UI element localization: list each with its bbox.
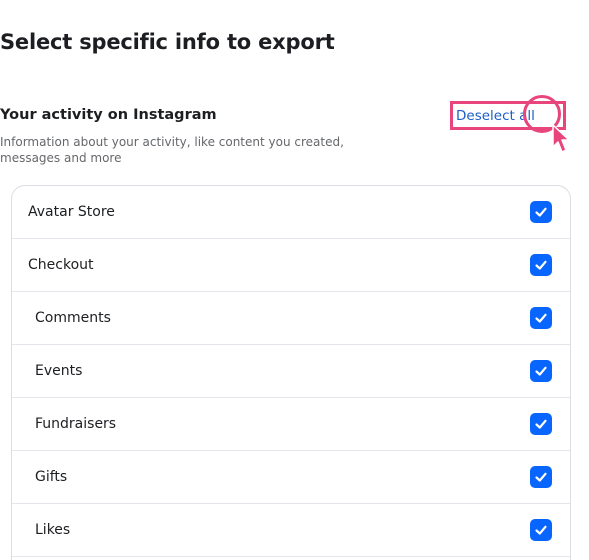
checkmark-icon — [535, 207, 547, 217]
section-title: Your activity on Instagram — [0, 107, 217, 123]
mouse-cursor-icon — [552, 124, 570, 153]
list-item-gifts[interactable]: Gifts — [12, 451, 570, 504]
list-item-label: Comments — [35, 310, 111, 326]
list-item-label: Events — [35, 363, 83, 379]
list-item-checkout[interactable]: Checkout — [12, 239, 570, 292]
list-item-fundraisers[interactable]: Fundraisers — [12, 398, 570, 451]
list-item-label: Avatar Store — [28, 204, 115, 220]
list-item-events[interactable]: Events — [12, 345, 570, 398]
checkmark-icon — [535, 419, 547, 429]
list-item-comments[interactable]: Comments — [12, 292, 570, 345]
checkbox[interactable] — [530, 466, 552, 488]
checkmark-icon — [535, 260, 547, 270]
checkmark-icon — [535, 525, 547, 535]
checkbox[interactable] — [530, 413, 552, 435]
export-options-list: Avatar Store Checkout Comments Events Fu… — [11, 185, 571, 560]
checkbox[interactable] — [530, 519, 552, 541]
checkbox[interactable] — [530, 201, 552, 223]
list-item-label: Fundraisers — [35, 416, 117, 432]
checkmark-icon — [535, 313, 547, 323]
page-title: Select specific info to export — [0, 30, 335, 54]
list-item-likes[interactable]: Likes — [12, 504, 570, 557]
checkmark-icon — [535, 472, 547, 482]
checkbox[interactable] — [530, 307, 552, 329]
list-item-avatar-store[interactable]: Avatar Store — [12, 186, 570, 239]
section-description: Information about your activity, like co… — [0, 135, 344, 165]
list-item-label: Likes — [35, 522, 71, 538]
checkbox[interactable] — [530, 360, 552, 382]
list-item-label: Gifts — [35, 469, 68, 485]
checkbox[interactable] — [530, 254, 552, 276]
checkmark-icon — [535, 366, 547, 376]
list-item-label: Checkout — [28, 257, 94, 273]
